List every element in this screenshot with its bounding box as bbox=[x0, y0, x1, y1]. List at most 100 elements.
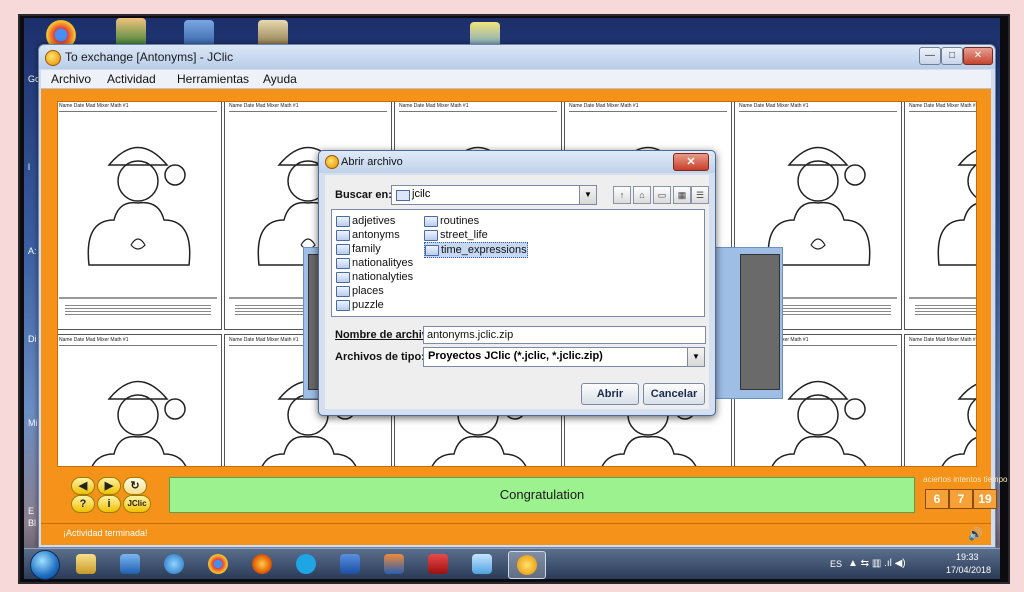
mcafee-taskbar-icon[interactable] bbox=[420, 551, 456, 577]
folder-name: nationalityes bbox=[352, 257, 414, 269]
language-indicator[interactable]: ES bbox=[830, 559, 842, 569]
folder-icon bbox=[425, 245, 439, 256]
start-button[interactable] bbox=[30, 550, 60, 580]
paint-taskbar-icon[interactable] bbox=[464, 551, 500, 577]
desktop-side-label: E bbox=[28, 506, 35, 516]
message-box: Congratulation bbox=[169, 477, 915, 513]
app-taskbar-icon[interactable] bbox=[376, 551, 412, 577]
folder-list-item[interactable]: puzzle bbox=[336, 298, 384, 312]
folder-name: puzzle bbox=[352, 299, 384, 311]
folder-list-item[interactable]: routines bbox=[424, 214, 479, 228]
folder-name: routines bbox=[440, 215, 480, 227]
folder-list-item[interactable]: nationalityes bbox=[336, 256, 413, 270]
explorer-taskbar-icon[interactable] bbox=[68, 551, 104, 577]
folder-list-item[interactable]: adjetives bbox=[336, 214, 395, 228]
folder-name: adjetives bbox=[352, 215, 396, 227]
look-in-combo[interactable]: jcilc ▼ bbox=[391, 185, 597, 205]
menu-archivo[interactable]: Archivo bbox=[51, 72, 91, 86]
folder-name: nationalyties bbox=[352, 271, 414, 283]
jclic-app-icon bbox=[325, 155, 339, 169]
color-code-lines bbox=[915, 305, 976, 315]
status-bar: ¡Actividad terminada! 🔊 bbox=[41, 523, 991, 544]
folder-list-item[interactable]: nationalyties bbox=[336, 270, 413, 284]
detective-drawing bbox=[87, 146, 191, 266]
color-code-lines bbox=[65, 305, 211, 315]
filetype-value: Proyectos JClic (*.jclic, *.jclic.zip) bbox=[428, 350, 603, 362]
outlook-taskbar-icon[interactable] bbox=[112, 551, 148, 577]
home-icon[interactable]: ⌂ bbox=[633, 186, 651, 204]
archivos-tipo-label: Archivos de tipo: bbox=[335, 351, 425, 363]
chevron-down-icon[interactable]: ▼ bbox=[687, 348, 704, 366]
folder-icon bbox=[336, 230, 350, 241]
desktop-side-label: l bbox=[28, 162, 30, 172]
tray-icons[interactable]: ▲ ⇆ ▥ .ıl ◀) bbox=[848, 558, 906, 569]
worksheet-header: Name Date Mad Mixer Math #1 bbox=[229, 103, 387, 112]
cancelar-button[interactable]: Cancelar bbox=[643, 383, 705, 405]
folder-name: places bbox=[352, 285, 384, 297]
speaker-icon[interactable]: 🔊 bbox=[968, 527, 983, 541]
desktop-side-label: A: bbox=[28, 246, 37, 256]
aciertos-counter: 6 bbox=[925, 489, 949, 509]
jclic-app-icon bbox=[45, 50, 61, 66]
new-folder-icon[interactable]: ▭ bbox=[653, 186, 671, 204]
help-button[interactable]: ? bbox=[71, 495, 95, 513]
filetype-combo[interactable]: Proyectos JClic (*.jclic, *.jclic.zip) ▼ bbox=[423, 347, 705, 367]
details-view-icon[interactable]: ☰ bbox=[691, 186, 709, 204]
detective-drawing bbox=[91, 380, 187, 466]
folder-list-item[interactable]: family bbox=[336, 242, 381, 256]
folder-list-item[interactable]: street_life bbox=[424, 228, 488, 242]
window-title: To exchange [Antonyms] - JClic bbox=[65, 50, 234, 64]
jclic-taskbar-icon[interactable] bbox=[508, 551, 546, 579]
menubar: Archivo Actividad Herramientas Ayuda bbox=[41, 70, 991, 89]
chrome-taskbar-icon[interactable] bbox=[200, 551, 236, 577]
worksheet-tile: Name Date Mad Mixer Math #1 bbox=[904, 334, 976, 466]
info-button[interactable]: i bbox=[97, 495, 121, 513]
folder-icon bbox=[424, 230, 438, 241]
clock-time[interactable]: 19:33 bbox=[956, 552, 979, 562]
tiempo-counter: 19 bbox=[973, 489, 997, 509]
folder-icon bbox=[336, 258, 350, 269]
worksheet-tile: Name Date Mad Mixer Math #1 bbox=[58, 334, 222, 466]
dialog-titlebar[interactable]: Abrir archivo ✕ bbox=[319, 151, 715, 173]
desktop-side-label: Mi bbox=[28, 418, 38, 428]
dialog-close-button[interactable]: ✕ bbox=[673, 153, 709, 171]
buscar-en-label: Buscar en: bbox=[335, 189, 392, 201]
folder-icon bbox=[336, 244, 350, 255]
up-folder-icon[interactable]: ↑ bbox=[613, 186, 631, 204]
folder-list-item[interactable]: places bbox=[336, 284, 384, 298]
jclic-logo-button[interactable]: JClic bbox=[123, 495, 151, 513]
minimize-button[interactable]: — bbox=[919, 47, 941, 65]
ie-taskbar-icon[interactable] bbox=[156, 551, 192, 577]
window-titlebar[interactable]: To exchange [Antonyms] - JClic — □ ✕ bbox=[39, 45, 995, 69]
maximize-button[interactable]: □ bbox=[941, 47, 963, 65]
firefox-taskbar-icon[interactable] bbox=[244, 551, 280, 577]
open-file-dialog: Abrir archivo ✕ Buscar en: jcilc ▼ ↑ ⌂ ▭… bbox=[318, 150, 716, 416]
chevron-down-icon[interactable]: ▼ bbox=[579, 186, 596, 204]
detective-drawing bbox=[937, 149, 976, 266]
worksheet-tile: Name Date Mad Mixer Math #1 bbox=[904, 102, 976, 330]
folder-name: street_life bbox=[440, 229, 488, 241]
word-taskbar-icon[interactable] bbox=[332, 551, 368, 577]
folder-list-item[interactable]: antonyms bbox=[336, 228, 400, 242]
list-view-icon[interactable]: ▦ bbox=[673, 186, 691, 204]
folder-list-item[interactable]: time_expressions bbox=[424, 242, 528, 258]
restart-icon[interactable]: ↻ bbox=[123, 477, 147, 495]
intentos-counter: 7 bbox=[949, 489, 973, 509]
folder-icon bbox=[336, 272, 350, 283]
menu-ayuda[interactable]: Ayuda bbox=[263, 72, 297, 86]
desktop-side-label: Bl bbox=[28, 518, 37, 528]
close-button[interactable]: ✕ bbox=[963, 47, 993, 65]
puzzle-piece[interactable] bbox=[740, 254, 780, 390]
menu-actividad[interactable]: Actividad bbox=[107, 72, 156, 86]
next-activity-button[interactable]: ▶ bbox=[97, 477, 121, 495]
previous-activity-button[interactable]: ◀ bbox=[71, 477, 95, 495]
abrir-button[interactable]: Abrir bbox=[581, 383, 639, 405]
menu-herramientas[interactable]: Herramientas bbox=[177, 72, 249, 86]
worksheet-tile: Name Date Mad Mixer Math #1 bbox=[58, 102, 222, 330]
skype-taskbar-icon[interactable] bbox=[288, 551, 324, 577]
folder-icon bbox=[336, 286, 350, 297]
clock-date[interactable]: 17/04/2018 bbox=[946, 565, 991, 575]
filename-input[interactable]: antonyms.jclic.zip bbox=[423, 326, 706, 344]
folder-icon bbox=[396, 190, 410, 201]
file-list: adjetives antonyms family nationalityes nati… bbox=[331, 209, 705, 317]
